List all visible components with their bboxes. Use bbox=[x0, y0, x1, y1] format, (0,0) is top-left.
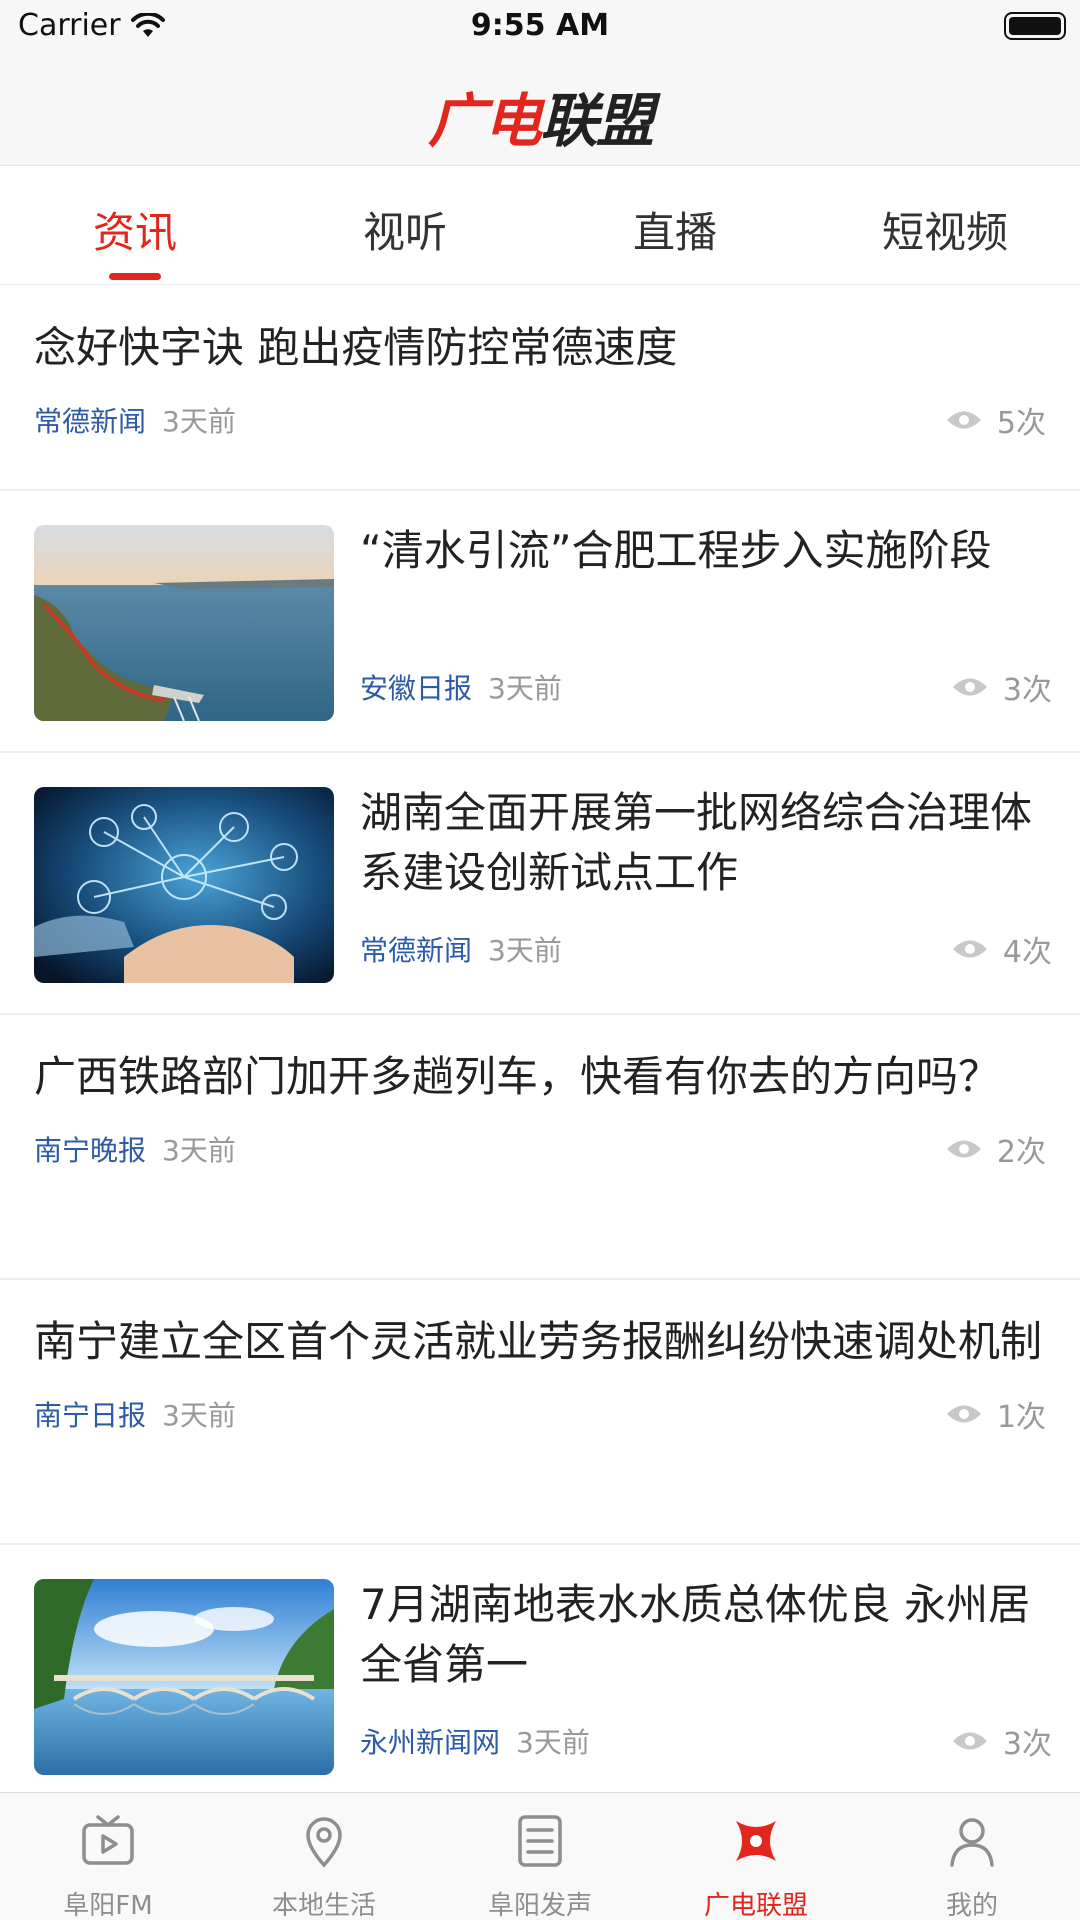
location-pin-icon bbox=[306, 1817, 342, 1868]
document-list-icon bbox=[518, 1815, 562, 1867]
news-thumbnail bbox=[34, 1579, 334, 1775]
news-item[interactable]: “清水引流”合肥工程步入实施阶段 安徽日报 3天前 3次 bbox=[0, 491, 1080, 753]
tabbar-label: 我的 bbox=[945, 1891, 998, 1920]
news-meta-row: 安徽日报 3天前 3次 bbox=[360, 665, 1052, 709]
logo-text-part2: 联盟 bbox=[540, 87, 654, 155]
tab-label: 资讯 bbox=[92, 208, 177, 257]
eye-icon bbox=[952, 940, 987, 958]
news-thumbnail bbox=[34, 787, 334, 983]
lake-aerial-image bbox=[34, 525, 334, 721]
news-item[interactable]: 7月湖南地表水水质总体优良 永州居全省第一 永州新闻网 3天前 3次 bbox=[0, 1545, 1080, 1807]
news-body: “清水引流”合肥工程步入实施阶段 bbox=[360, 521, 1052, 581]
tab-audio-video[interactable]: 视听 bbox=[270, 167, 540, 284]
app-screen: Carrier 9:55 AM 广电联盟 资讯 视听 直播 短视频 念好快字诀 … bbox=[0, 0, 1080, 1920]
eye-icon bbox=[946, 411, 981, 429]
view-count-label: 1次 bbox=[996, 1400, 1046, 1435]
news-meta-row: 常德新闻 3天前 4次 bbox=[360, 927, 1052, 971]
tabbar-item-broadcast-alliance[interactable]: 广电联盟 bbox=[648, 1793, 864, 1920]
view-count-label: 3次 bbox=[1002, 1727, 1052, 1762]
news-meta: 常德新闻 3天前 4次 bbox=[360, 927, 1052, 971]
network-hand-image bbox=[34, 787, 334, 983]
tabbar-item-profile[interactable]: 我的 bbox=[864, 1793, 1080, 1920]
category-tabs: 资讯 视听 直播 短视频 bbox=[0, 167, 1080, 285]
bottom-tab-bar: 阜阳FM 本地生活 阜阳发声 广电联盟 我的 bbox=[0, 1792, 1080, 1920]
tab-label: 直播 bbox=[632, 208, 717, 257]
status-bar: Carrier 9:55 AM bbox=[0, 0, 1080, 54]
news-source[interactable]: 南宁晚报 bbox=[34, 1129, 146, 1169]
news-body: 7月湖南地表水水质总体优良 永州居全省第一 bbox=[360, 1575, 1052, 1695]
news-source[interactable]: 安徽日报 bbox=[360, 667, 472, 707]
view-count-label: 4次 bbox=[1002, 935, 1052, 970]
news-item[interactable]: 湖南全面开展第一批网络综合治理体系建设创新试点工作 常德新闻 3天前 4次 bbox=[0, 753, 1080, 1015]
view-count: 5次 bbox=[945, 398, 1046, 442]
tabbar-label: 阜阳发声 bbox=[487, 1891, 592, 1920]
news-title: “清水引流”合肥工程步入实施阶段 bbox=[360, 526, 992, 575]
tabbar-item-local-life[interactable]: 本地生活 bbox=[216, 1793, 432, 1920]
tabbar-item-fuyang-fm[interactable]: 阜阳FM bbox=[0, 1793, 216, 1920]
tab-live[interactable]: 直播 bbox=[540, 167, 810, 284]
news-source[interactable]: 常德新闻 bbox=[360, 929, 472, 969]
news-title: 7月湖南地表水水质总体优良 永州居全省第一 bbox=[360, 1580, 1031, 1689]
news-feed: 念好快字诀 跑出疫情防控常德速度 常德新闻 3天前 5次 “清水引流”合肥工程步… bbox=[0, 286, 1080, 1807]
news-time: 3天前 bbox=[516, 1726, 590, 1759]
eye-icon bbox=[946, 1405, 981, 1423]
person-icon bbox=[950, 1818, 994, 1867]
news-item[interactable]: 南宁建立全区首个灵活就业劳务报酬纠纷快速调处机制 南宁日报 3天前 1次 bbox=[0, 1280, 1080, 1545]
nav-bar: 广电联盟 bbox=[0, 54, 1080, 166]
news-item[interactable]: 念好快字诀 跑出疫情防控常德速度 常德新闻 3天前 5次 bbox=[0, 286, 1080, 491]
news-meta: 永州新闻网 3天前 3次 bbox=[360, 1719, 1052, 1763]
news-title: 念好快字诀 跑出疫情防控常德速度 bbox=[34, 323, 678, 372]
view-count-label: 2次 bbox=[996, 1135, 1046, 1170]
news-item[interactable]: 广西铁路部门加开多趟列车，快看有你去的方向吗？ 南宁晚报 3天前 2次 bbox=[0, 1015, 1080, 1280]
news-time: 3天前 bbox=[488, 672, 562, 705]
news-title: 湖南全面开展第一批网络综合治理体系建设创新试点工作 bbox=[360, 788, 1033, 897]
view-count: 3次 bbox=[951, 1719, 1052, 1763]
eye-icon bbox=[952, 1732, 987, 1750]
tabbar-label: 阜阳FM bbox=[63, 1891, 153, 1920]
news-time: 3天前 bbox=[162, 1134, 236, 1167]
eye-icon bbox=[946, 1140, 981, 1158]
tab-label: 视听 bbox=[362, 208, 447, 257]
tv-play-icon bbox=[82, 1815, 134, 1865]
view-count: 2次 bbox=[945, 1127, 1046, 1171]
news-time: 3天前 bbox=[162, 405, 236, 438]
tabbar-label: 本地生活 bbox=[271, 1891, 376, 1920]
news-meta: 南宁晚报 3天前 2次 bbox=[34, 1127, 1046, 1171]
news-meta: 常德新闻 3天前 5次 bbox=[34, 398, 1046, 442]
news-meta: 安徽日报 3天前 3次 bbox=[360, 665, 1052, 709]
news-source[interactable]: 永州新闻网 bbox=[360, 1721, 500, 1761]
eye-icon bbox=[952, 678, 987, 696]
logo-text-part1: 广电 bbox=[427, 87, 542, 155]
view-count-label: 3次 bbox=[1002, 673, 1052, 708]
view-count: 1次 bbox=[945, 1392, 1046, 1436]
tab-short-video[interactable]: 短视频 bbox=[810, 167, 1080, 284]
tab-label: 短视频 bbox=[881, 208, 1008, 257]
app-logo: 广电联盟 bbox=[0, 74, 1080, 158]
news-source[interactable]: 南宁日报 bbox=[34, 1394, 146, 1434]
news-body: 湖南全面开展第一批网络综合治理体系建设创新试点工作 bbox=[360, 783, 1052, 903]
tab-news[interactable]: 资讯 bbox=[0, 167, 270, 284]
news-time: 3天前 bbox=[162, 1399, 236, 1432]
alliance-logo-icon bbox=[736, 1821, 776, 1861]
news-title: 南宁建立全区首个灵活就业劳务报酬纠纷快速调处机制 bbox=[34, 1317, 1043, 1366]
view-count: 3次 bbox=[951, 665, 1052, 709]
tabbar-item-fuyang-voice[interactable]: 阜阳发声 bbox=[432, 1793, 648, 1920]
battery-icon bbox=[1004, 12, 1066, 40]
news-time: 3天前 bbox=[488, 934, 562, 967]
river-bridge-image bbox=[34, 1579, 334, 1775]
news-meta: 南宁日报 3天前 1次 bbox=[34, 1392, 1046, 1436]
news-title: 广西铁路部门加开多趟列车，快看有你去的方向吗？ bbox=[34, 1052, 1001, 1101]
news-source[interactable]: 常德新闻 bbox=[34, 400, 146, 440]
status-time: 9:55 AM bbox=[470, 8, 610, 43]
tab-active-indicator bbox=[109, 273, 161, 280]
tabbar-label: 广电联盟 bbox=[703, 1891, 808, 1920]
news-thumbnail bbox=[34, 525, 334, 721]
news-meta-row: 永州新闻网 3天前 3次 bbox=[360, 1719, 1052, 1763]
view-count: 4次 bbox=[951, 927, 1052, 971]
view-count-label: 5次 bbox=[996, 406, 1046, 441]
